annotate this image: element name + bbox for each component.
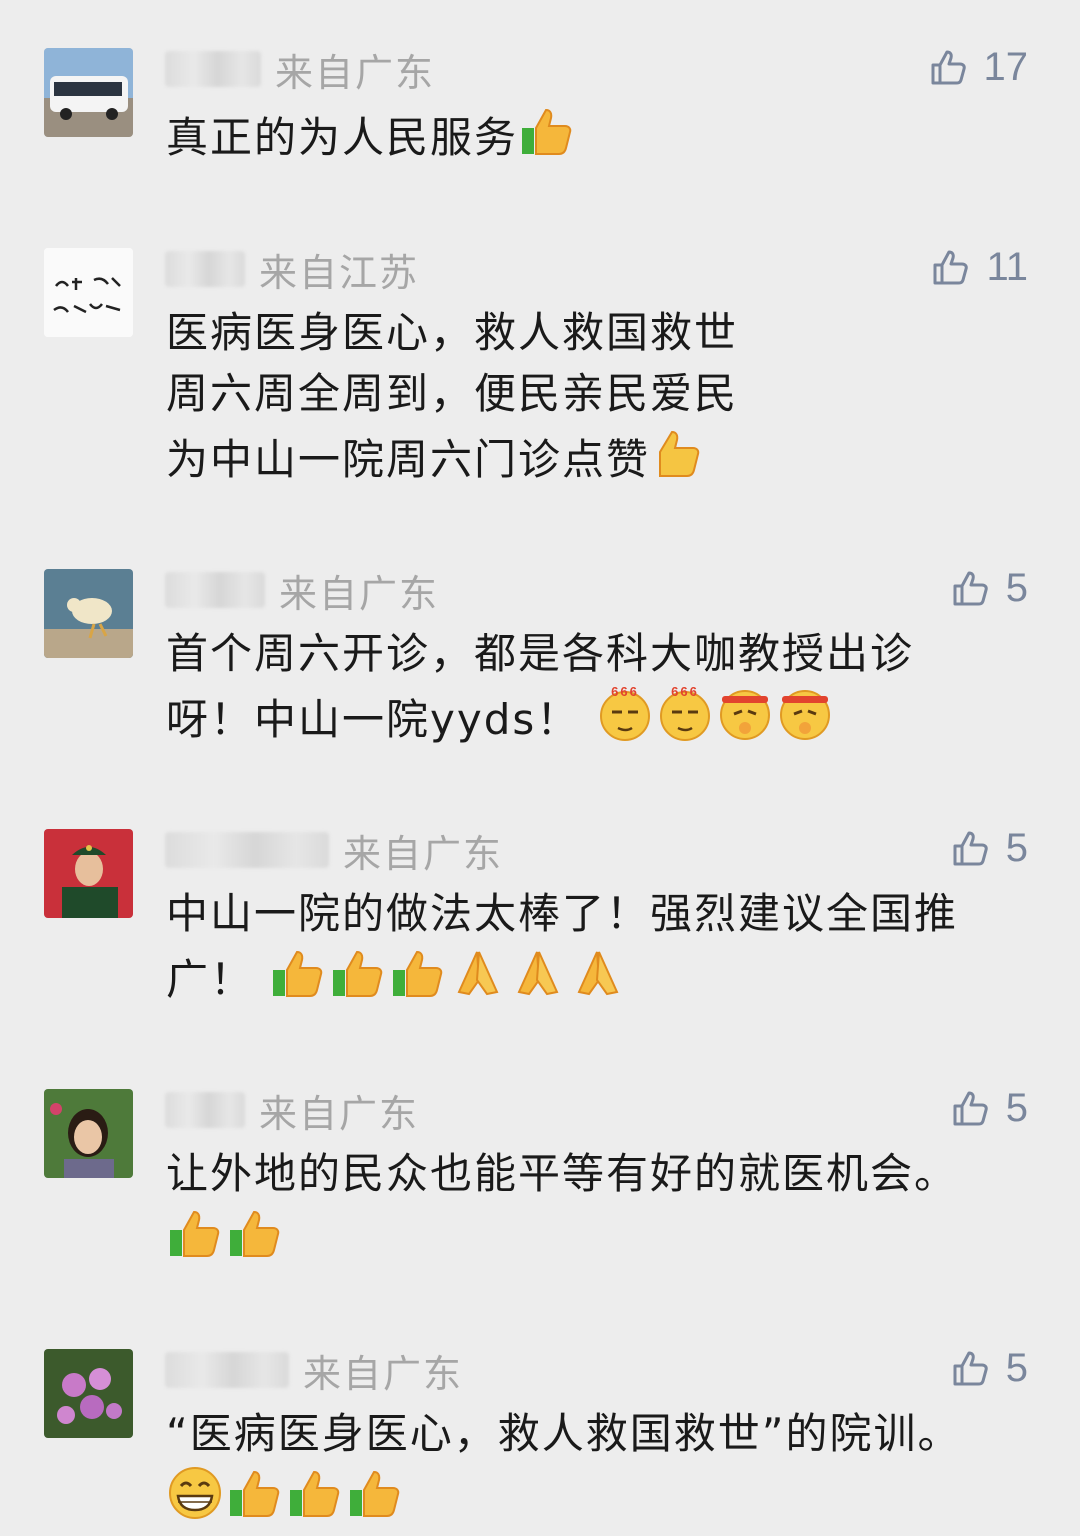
- thumbs-up-outline-icon: [950, 1087, 992, 1129]
- nickname-redacted: [165, 1092, 245, 1128]
- like-button[interactable]: 5: [950, 823, 1028, 873]
- praying-hands-emoji-icon: [509, 944, 567, 1002]
- comment-text: 中山一院的做法太棒了！强烈建议全国推 广！: [166, 883, 1036, 1010]
- location-label: 来自广东: [259, 1091, 420, 1136]
- thumbs-up-emoji-icon: [389, 944, 447, 1002]
- comment-meta: 来自广东: [165, 829, 503, 876]
- fighting-face-emoji-icon: [716, 684, 774, 742]
- avatar[interactable]: [44, 569, 133, 658]
- comment-text: 医病医身医心，救人救国救世 周六周全周到，便民亲民爱民 为中山一院周六门诊点赞: [166, 302, 1036, 490]
- thumbs-up-emoji-icon: [329, 944, 387, 1002]
- comment-meta: 来自广东: [165, 569, 439, 616]
- thumbs-up-emoji-icon: [226, 1464, 284, 1522]
- nickname-redacted: [165, 832, 329, 868]
- nickname-redacted: [165, 251, 245, 287]
- thumbs-up-emoji-icon: [166, 1204, 224, 1262]
- svg-text:666: 666: [611, 684, 639, 699]
- like-button[interactable]: 5: [950, 563, 1028, 613]
- comment-text: “医病医身医心，救人救国救世”的院训。: [166, 1403, 1036, 1530]
- like-count: 5: [1005, 825, 1028, 870]
- comment-meta: 来自广东: [165, 1349, 463, 1396]
- location-label: 来自广东: [343, 831, 504, 876]
- comment-meta: 来自广东: [165, 1089, 419, 1136]
- comment-body: 让外地的民众也能平等有好的就医机会。: [166, 1149, 959, 1198]
- like-count: 5: [1005, 565, 1028, 610]
- like-button[interactable]: 11: [930, 242, 1028, 292]
- location-label: 来自江苏: [259, 250, 420, 295]
- thumbs-up-outline-icon: [928, 46, 970, 88]
- thumbs-up-emoji-icon: [650, 424, 708, 482]
- like-count: 5: [1005, 1085, 1028, 1130]
- like-button[interactable]: 5: [950, 1083, 1028, 1133]
- 666-face-emoji-icon: 666: [656, 684, 714, 742]
- thumbs-up-outline-icon: [930, 246, 972, 288]
- nickname-redacted: [165, 51, 261, 87]
- like-count: 5: [1005, 1345, 1028, 1390]
- like-count: 11: [986, 244, 1028, 289]
- nickname-redacted: [165, 572, 265, 608]
- praying-hands-emoji-icon: [449, 944, 507, 1002]
- thumbs-up-outline-icon: [950, 1347, 992, 1389]
- thumbs-up-emoji-icon: [269, 944, 327, 1002]
- like-button[interactable]: 17: [928, 42, 1029, 92]
- avatar[interactable]: [44, 1349, 133, 1438]
- 666-face-emoji-icon: 666: [596, 684, 654, 742]
- comment-text: 首个周六开诊，都是各科大咖教授出诊 呀！中山一院yyds！ 666 666: [166, 623, 1036, 750]
- comment-text: 让外地的民众也能平等有好的就医机会。: [166, 1143, 1036, 1270]
- comment-list: 来自广东 17 真正的为人民服务 来自江苏 11 医病医身医心，救人救国救世 周…: [0, 0, 1080, 1536]
- praying-hands-emoji-icon: [569, 944, 627, 1002]
- comment-body: 真正的为人民服务: [166, 113, 519, 162]
- like-button[interactable]: 5: [950, 1343, 1028, 1393]
- avatar[interactable]: [44, 829, 133, 918]
- comment-body: “医病医身医心，救人救国救世”的院训。: [166, 1409, 962, 1458]
- avatar[interactable]: [44, 1089, 133, 1178]
- location-label: 来自广东: [275, 50, 436, 95]
- grin-face-emoji-icon: [166, 1464, 224, 1522]
- avatar[interactable]: [44, 48, 133, 137]
- comment-meta: 来自广东: [165, 48, 435, 95]
- avatar[interactable]: [44, 248, 133, 337]
- location-label: 来自广东: [303, 1351, 464, 1396]
- thumbs-up-emoji-icon: [226, 1204, 284, 1262]
- thumbs-up-outline-icon: [950, 567, 992, 609]
- thumbs-up-outline-icon: [950, 827, 992, 869]
- thumbs-up-emoji-icon: [346, 1464, 404, 1522]
- nickname-redacted: [165, 1352, 289, 1388]
- location-label: 来自广东: [279, 571, 440, 616]
- thumbs-up-emoji-icon: [518, 102, 576, 160]
- comment-meta: 来自江苏: [165, 248, 419, 295]
- fighting-face-emoji-icon: [776, 684, 834, 742]
- thumbs-up-emoji-icon: [286, 1464, 344, 1522]
- svg-text:666: 666: [671, 684, 699, 699]
- like-count: 17: [983, 44, 1029, 89]
- comment-text: 真正的为人民服务: [166, 102, 1036, 168]
